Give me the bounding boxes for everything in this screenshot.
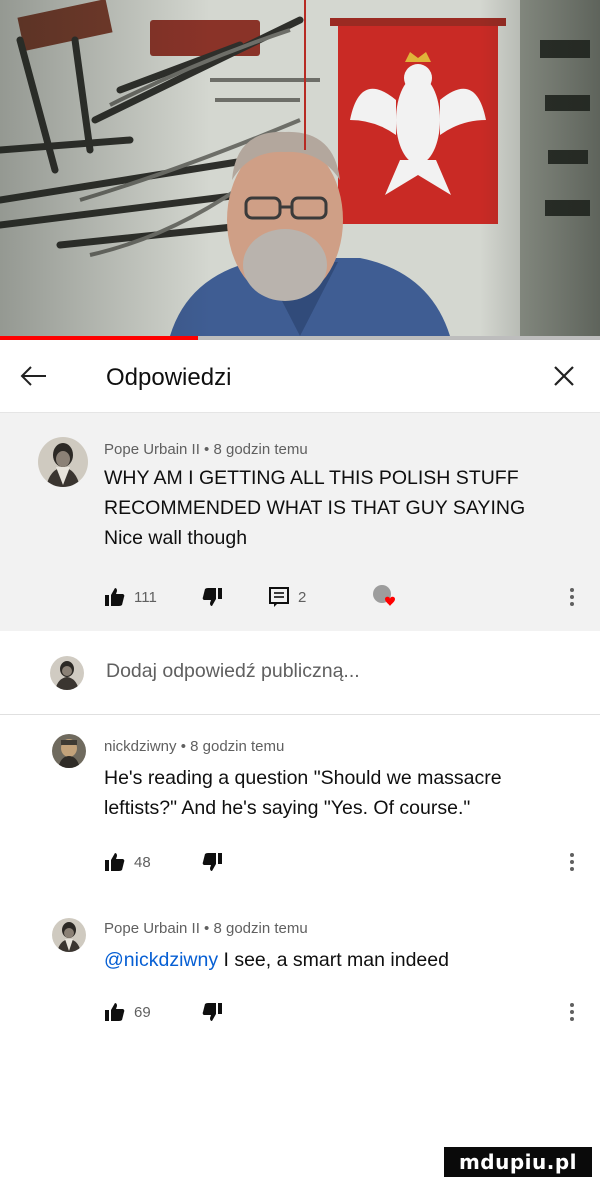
video-vignette [0,0,600,336]
panel-title: Odpowiedzi [106,364,232,391]
comment-line: RECOMMENDED WHAT IS THAT GUY SAYING [104,497,526,519]
comment-meta: Pope Urbain II • 8 godzin temu [104,920,308,937]
parent-comment: Pope Urbain II • 8 godzin temu WHY AM I … [0,413,600,631]
avatar[interactable] [38,437,88,487]
replies-panel-header: Odpowiedzi [0,340,600,413]
meta-separator: • [176,738,191,755]
comment-meta: nickdziwny • 8 godzin temu [104,738,284,755]
close-button[interactable] [548,360,580,392]
pope-avatar-image [52,918,86,952]
watermark-logo: mdupiu.pl [444,1147,592,1177]
like-button[interactable]: 111 [104,583,157,611]
like-count: 69 [134,1003,151,1021]
arrow-left-icon [20,366,46,386]
comment-text: WHY AM I GETTING ALL THIS POLISH STUFF R… [104,463,525,553]
comment-actions: 111 2 [104,583,584,611]
back-button[interactable] [18,360,50,392]
divider [0,714,600,715]
dislike-button[interactable] [201,848,223,876]
add-reply-input[interactable]: Dodaj odpowiedź publiczną... [106,660,360,683]
meta-separator: • [199,920,214,937]
like-button[interactable]: 48 [104,848,151,876]
creator-heart [370,583,398,611]
comment-author[interactable]: Pope Urbain II [104,920,200,937]
avatar[interactable] [52,918,86,952]
more-options-button[interactable] [566,998,578,1026]
avatar[interactable] [52,734,86,768]
comment-author[interactable]: nickdziwny [104,738,177,755]
comment-line: He's reading a question "Should we massa… [104,767,502,789]
like-button[interactable]: 69 [104,998,151,1026]
comment-text: He's reading a question "Should we massa… [104,763,502,823]
comment-time: 8 godzin temu [213,441,308,458]
more-options-button[interactable] [566,583,578,611]
comment-line: leftists?" And he's saying "Yes. Of cour… [104,797,471,819]
dislike-button[interactable] [201,998,223,1026]
like-count: 48 [134,853,151,871]
comment-time: 8 godzin temu [213,920,308,937]
dislike-button[interactable] [201,583,223,611]
thumbs-down-icon [202,1003,222,1021]
user-avatar-image [50,656,84,690]
reply-count: 2 [298,588,307,606]
video-player[interactable] [0,0,600,336]
thumbs-down-icon [202,588,222,606]
comment-line: WHY AM I GETTING ALL THIS POLISH STUFF [104,467,519,489]
thumbs-up-icon [105,853,125,871]
mention-link[interactable]: @nickdziwny [104,949,218,971]
comment-line: Nice wall though [104,527,248,549]
more-vert-icon [570,853,574,871]
thumbs-up-icon [105,588,125,606]
comment-actions: 69 [104,998,584,1026]
comment-time: 8 godzin temu [190,738,285,755]
comment-author[interactable]: Pope Urbain II [104,441,200,458]
comment-text: @nickdziwny I see, a smart man indeed [104,945,449,975]
close-icon [554,366,574,386]
user-avatar [50,656,84,690]
like-count: 111 [134,588,157,606]
pope-avatar-image [38,437,88,487]
nickdziwny-avatar-image [52,734,86,768]
more-vert-icon [570,1003,574,1021]
meta-separator: • [199,441,214,458]
thumbs-down-icon [202,853,222,871]
more-vert-icon [570,588,574,606]
comment-actions: 48 [104,848,584,876]
creator-heart-icon [373,585,395,606]
reply-icon [269,587,289,607]
more-options-button[interactable] [566,848,578,876]
thumbs-up-icon [105,1003,125,1021]
comment-meta: Pope Urbain II • 8 godzin temu [104,441,308,458]
reply-button[interactable]: 2 [268,583,306,611]
comment-line: I see, a smart man indeed [218,949,449,971]
